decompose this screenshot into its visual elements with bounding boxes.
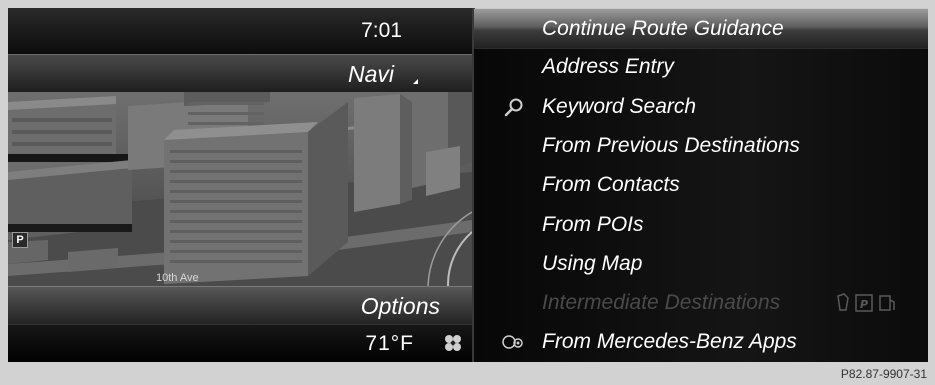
options-label: Options: [360, 293, 440, 319]
navi-label: Navi: [347, 61, 394, 87]
menu-item-from-pois[interactable]: From POIs: [474, 205, 928, 244]
submenu-caret-icon: [413, 79, 418, 84]
menu-item-label: From POIs: [542, 212, 644, 236]
menu-item-using-map[interactable]: Using Map: [474, 244, 928, 283]
menu-item-label: From Mercedes-Benz Apps: [542, 330, 797, 354]
head-unit-screen: 7:01 Navi P 10th Ave Options 71°F Contin…: [8, 8, 928, 362]
menu-item-intermediate-destinations: Intermediate Destinations P: [474, 283, 928, 322]
fan-icon: [445, 335, 461, 351]
figure-reference-code: P82.87-9907-31: [840, 367, 927, 381]
menu-item-keyword-search[interactable]: Keyword Search: [474, 87, 928, 126]
menu-item-label: Keyword Search: [542, 94, 697, 118]
options-button[interactable]: Options: [8, 286, 472, 325]
city-3d-map: [8, 92, 472, 286]
clock: 7:01: [361, 19, 402, 42]
menu-item-label: Address Entry: [542, 55, 674, 79]
navi-menu-button[interactable]: Navi: [8, 54, 472, 93]
menu-item-label: Using Map: [542, 251, 643, 275]
menu-item-address-entry[interactable]: Address Entry: [474, 47, 928, 86]
status-bar: 7:01: [8, 8, 472, 54]
menu-item-from-contacts[interactable]: From Contacts: [474, 165, 928, 204]
menu-item-from-mercedes-benz-apps[interactable]: From Mercedes-Benz Apps: [474, 322, 928, 361]
poi-icon: [837, 293, 849, 311]
menu-item-label: Continue Route Guidance: [542, 17, 784, 40]
menu-item-label: From Previous Destinations: [542, 133, 800, 157]
map-view[interactable]: P 10th Ave: [8, 92, 472, 286]
climate-bar: 71°F: [8, 324, 472, 362]
parking-icon: P: [12, 232, 28, 248]
svg-text:P: P: [860, 298, 868, 311]
temperature-readout: 71°F: [365, 332, 414, 355]
menu-item-from-previous-destinations[interactable]: From Previous Destinations: [474, 126, 928, 165]
menu-item-label: Intermediate Destinations: [542, 291, 781, 315]
magnifier-icon: [504, 98, 523, 116]
menu-item-continue-route-guidance[interactable]: Continue Route Guidance: [474, 8, 928, 49]
mercedes-apps-icon: [502, 335, 523, 350]
fuel-icon: [879, 295, 895, 311]
street-label: 10th Ave: [156, 272, 199, 284]
menu-item-label: From Contacts: [542, 173, 680, 197]
intermediate-destination-icons: P: [837, 293, 895, 312]
navigation-map-panel: 7:01 Navi P 10th Ave Options 71°F: [8, 8, 472, 362]
destination-menu: Continue Route Guidance Address Entry Ke…: [472, 8, 928, 362]
parking-icon: P: [855, 294, 873, 312]
